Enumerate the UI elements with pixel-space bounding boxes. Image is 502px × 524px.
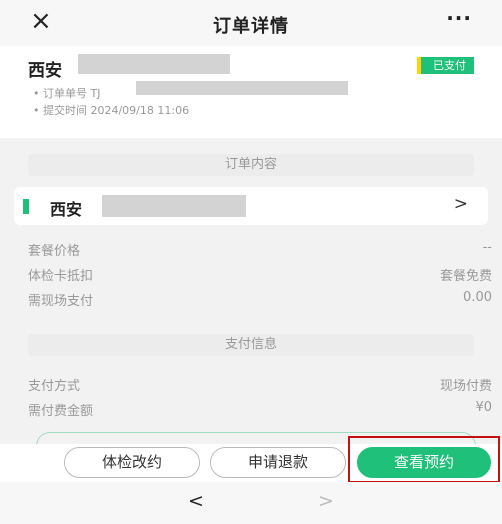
payment-info-section-title: 支付信息 bbox=[28, 334, 474, 356]
page-title: 订单详情 bbox=[213, 16, 289, 37]
chevron-right-icon: > bbox=[453, 194, 468, 214]
price-row-package-price: 套餐价格 -- bbox=[28, 240, 492, 260]
forward-arrow-icon[interactable]: > bbox=[318, 490, 334, 512]
price-row-onsite-payment: 需现场支付 0.00 bbox=[28, 290, 492, 310]
order-number: • 订单单号 TJ bbox=[33, 87, 101, 100]
payment-row-label: 需付费金额 bbox=[28, 404, 94, 419]
redacted-package-mask bbox=[102, 195, 246, 217]
payment-row-value: ¥0 bbox=[475, 400, 492, 415]
price-row-card-deduction: 体检卡抵扣 套餐免费 bbox=[28, 265, 492, 285]
bottom-action-bar: 体检改约 申请退款 查看预约 bbox=[0, 444, 502, 482]
price-row-label: 需现场支付 bbox=[28, 294, 94, 309]
order-content-section-title: 订单内容 bbox=[28, 154, 474, 176]
status-badge: 已支付 bbox=[417, 57, 474, 74]
price-row-label: 体检卡抵扣 bbox=[28, 269, 94, 284]
payment-row-amount: 需付费金额 ¥0 bbox=[28, 400, 492, 420]
price-row-label: 套餐价格 bbox=[28, 244, 81, 259]
package-accent-bar bbox=[23, 199, 29, 214]
redacted-order-number-mask bbox=[136, 81, 348, 95]
payment-row-method: 支付方式 现场付费 bbox=[28, 375, 492, 395]
submit-time: • 提交时间 2024/09/18 11:06 bbox=[33, 104, 190, 117]
order-package-name: 西安 bbox=[28, 61, 62, 81]
package-detail-row[interactable]: 西安 > bbox=[14, 187, 488, 225]
price-row-value: -- bbox=[482, 240, 492, 255]
payment-row-label: 支付方式 bbox=[28, 379, 81, 394]
reschedule-exam-button[interactable]: 体检改约 bbox=[64, 447, 200, 478]
view-appointment-button[interactable]: 查看预约 bbox=[357, 447, 491, 478]
request-refund-button[interactable]: 申请退款 bbox=[210, 447, 346, 478]
browser-nav-bar: < > bbox=[0, 482, 502, 524]
redacted-name-mask bbox=[78, 54, 230, 74]
more-options-icon[interactable]: ··· bbox=[446, 6, 472, 30]
price-row-value: 套餐免费 bbox=[439, 269, 492, 284]
package-name: 西安 bbox=[50, 200, 83, 219]
price-row-value: 0.00 bbox=[463, 290, 492, 305]
top-nav-bar: × 订单详情 ··· bbox=[0, 0, 502, 46]
order-summary-card: 西安 已支付 • 订单单号 TJ • 提交时间 2024/09/18 11:06 bbox=[0, 46, 502, 138]
back-arrow-icon[interactable]: < bbox=[188, 490, 204, 512]
payment-row-value: 现场付费 bbox=[439, 379, 492, 394]
